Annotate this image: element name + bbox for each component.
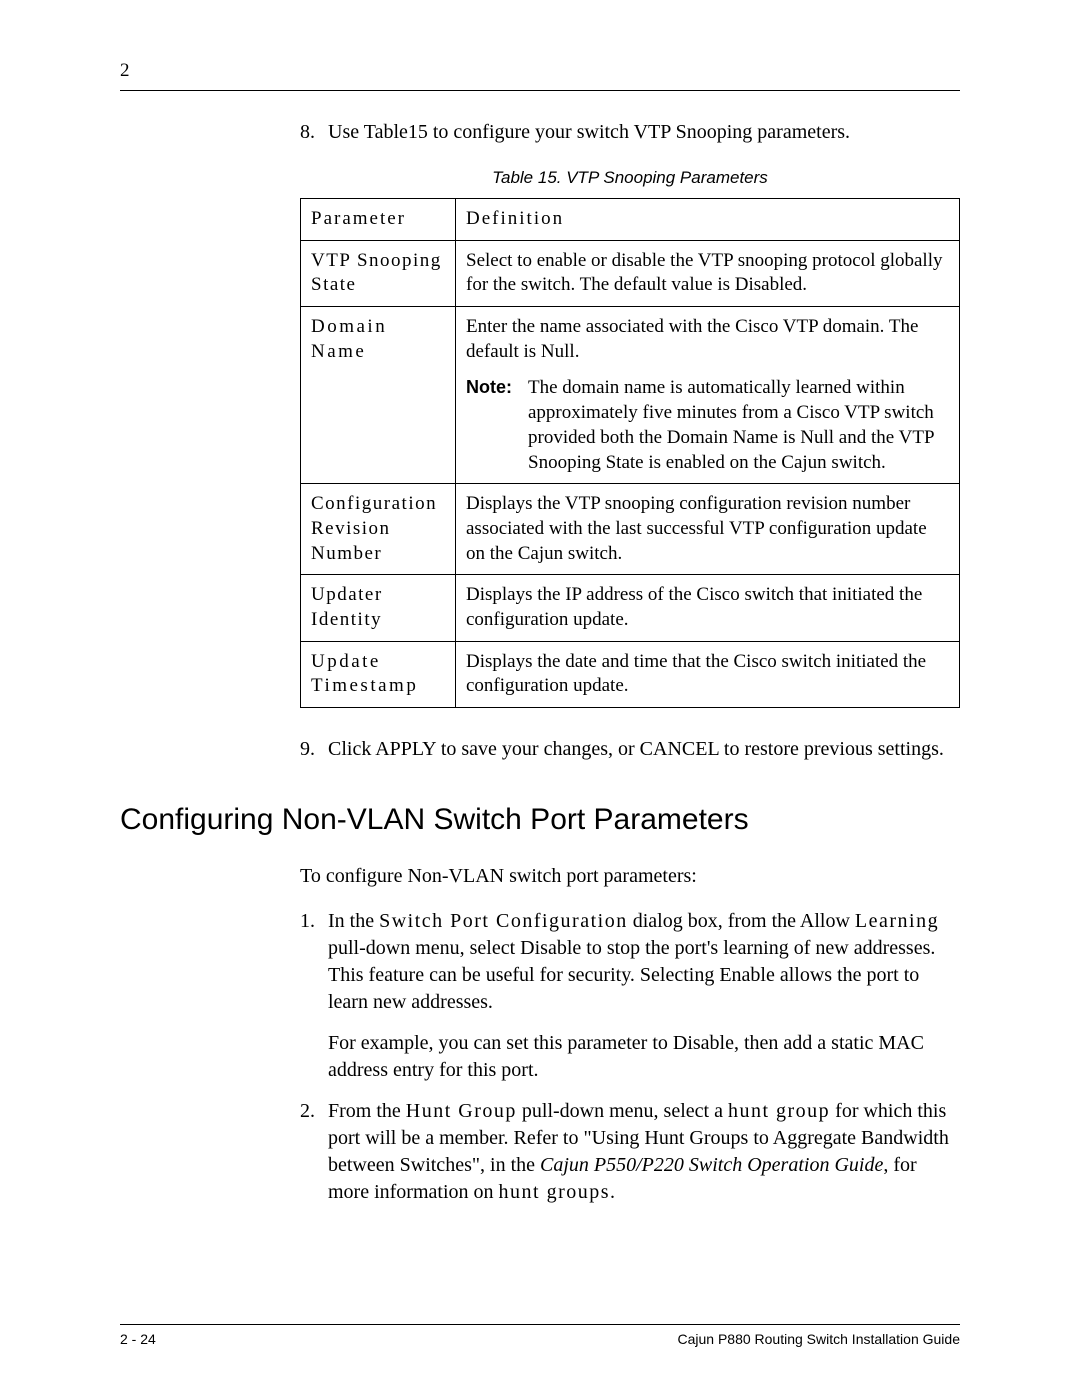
cell-param: Configuration Revision Number [301, 484, 456, 575]
note-label: Note: [466, 376, 528, 475]
page-header: 2 [120, 60, 960, 82]
cell-def: Displays the IP address of the Cisco swi… [456, 575, 960, 641]
section-heading: Configuring Non-VLAN Switch Port Paramet… [120, 803, 960, 837]
doc-title: Cajun P880 Routing Switch Installation G… [677, 1331, 960, 1347]
text-seg-spaced: Switch Port Configuration [379, 910, 628, 932]
cell-def: Displays the date and time that the Cisc… [456, 641, 960, 707]
cell-def-main: Enter the name associated with the Cisco… [466, 315, 949, 364]
page: 2 8. Use Table15 to configure your switc… [0, 0, 1080, 1397]
step-2: 2. From the Hunt Group pull-down menu, s… [300, 1098, 960, 1206]
step-number: 9. [300, 736, 328, 763]
step-8: 8. Use Table15 to configure your switch … [300, 119, 960, 146]
text-seg-spaced: Learning [855, 910, 939, 932]
step-1: 1. In the Switch Port Configuration dial… [300, 908, 960, 1084]
text-seg: dialog box, from the Allow [628, 910, 855, 932]
table-row: Configuration Revision Number Displays t… [301, 484, 960, 575]
step-number: 2. [300, 1098, 328, 1206]
body: 8. Use Table15 to configure your switch … [120, 91, 960, 1324]
table-row: Updater Identity Displays the IP address… [301, 575, 960, 641]
cell-def: Enter the name associated with the Cisco… [456, 307, 960, 484]
table-row: Update Timestamp Displays the date and t… [301, 641, 960, 707]
text-paragraph: For example, you can set this parameter … [328, 1030, 960, 1084]
step-text: From the Hunt Group pull-down menu, sele… [328, 1098, 960, 1206]
text-seg: From the [328, 1100, 406, 1122]
step-number: 8. [300, 119, 328, 146]
text-seg-spaced: Hunt Group [406, 1100, 517, 1122]
table-row: Domain Name Enter the name associated wi… [301, 307, 960, 484]
step-text: Click APPLY to save your changes, or CAN… [328, 736, 960, 763]
text-seg: In the [328, 910, 379, 932]
intro-line: To configure Non-VLAN switch port parame… [300, 865, 960, 888]
cell-param: VTP Snooping State [301, 240, 456, 306]
text-seg-spaced: hunt group [728, 1100, 830, 1122]
step-text: In the Switch Port Configuration dialog … [328, 908, 960, 1084]
cell-def: Displays the VTP snooping configuration … [456, 484, 960, 575]
text-seg-italic: Cajun P550/P220 Switch Operation Guide [540, 1154, 883, 1176]
text-seg: pull-down menu, select a [517, 1100, 728, 1122]
vtp-snooping-table: Parameter Definition VTP Snooping State … [300, 198, 960, 708]
text-seg: . [610, 1181, 615, 1203]
step-9: 9. Click APPLY to save your changes, or … [300, 736, 960, 763]
text-seg-spaced: hunt groups [499, 1181, 611, 1203]
step-text: Use Table15 to configure your switch VTP… [328, 119, 960, 146]
col-definition: Definition [456, 199, 960, 241]
cell-param: Update Timestamp [301, 641, 456, 707]
note-text: The domain name is automatically learned… [528, 376, 949, 475]
note-block: Note: The domain name is automatically l… [466, 376, 949, 475]
table-header-row: Parameter Definition [301, 199, 960, 241]
cell-def: Select to enable or disable the VTP snoo… [456, 240, 960, 306]
page-footer: 2 - 24 Cajun P880 Routing Switch Install… [120, 1324, 960, 1347]
cell-param: Domain Name [301, 307, 456, 484]
table-caption: Table 15. VTP Snooping Parameters [300, 168, 960, 188]
chapter-number: 2 [120, 60, 130, 82]
col-parameter: Parameter [301, 199, 456, 241]
text-seg: pull-down menu, select Disable to stop t… [328, 937, 935, 1013]
step-number: 1. [300, 908, 328, 1084]
table-row: VTP Snooping State Select to enable or d… [301, 240, 960, 306]
cell-param: Updater Identity [301, 575, 456, 641]
page-number: 2 - 24 [120, 1331, 156, 1347]
